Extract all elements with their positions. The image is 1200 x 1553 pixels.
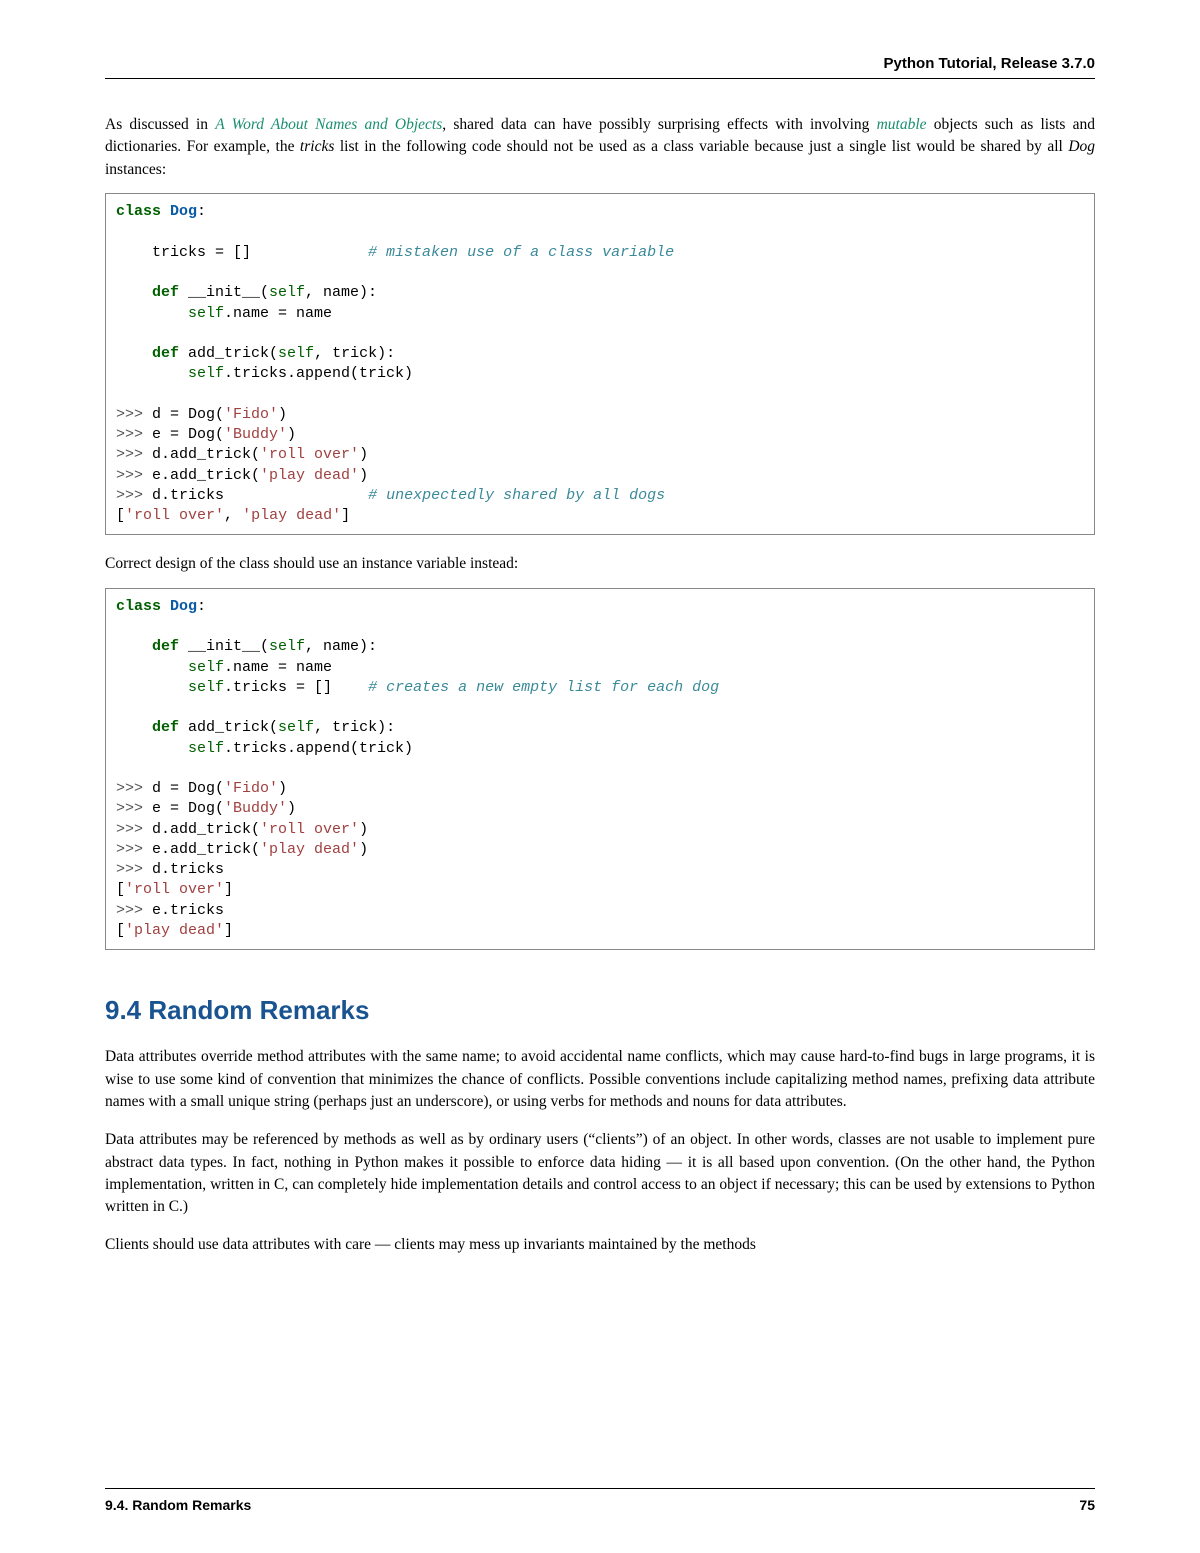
term-tricks: tricks [300,138,334,155]
header-title: Python Tutorial, Release 3.7.0 [884,55,1095,72]
page-footer: 9.4. Random Remarks 75 [105,1488,1095,1513]
section-paragraph-3: Clients should use data attributes with … [105,1234,1095,1256]
footer-pagenum: 75 [1079,1497,1095,1513]
link-mutable[interactable]: mutable [877,116,927,133]
paragraph-correct-design: Correct design of the class should use a… [105,553,1095,575]
code-block-2: class Dog: def __init__(self, name): sel… [105,588,1095,950]
section-paragraph-2: Data attributes may be referenced by met… [105,1129,1095,1219]
code-block-1: class Dog: tricks = [] # mistaken use of… [105,193,1095,535]
page-header: Python Tutorial, Release 3.7.0 [105,55,1095,79]
footer-section: 9.4. Random Remarks [105,1497,251,1513]
section-paragraph-1: Data attributes override method attribut… [105,1046,1095,1113]
page: Python Tutorial, Release 3.7.0 As discus… [0,0,1200,1553]
section-heading: 9.4 Random Remarks [105,995,1095,1026]
link-word-about-names[interactable]: A Word About Names and Objects [215,116,442,133]
term-dog: Dog [1068,138,1095,155]
paragraph-intro: As discussed in A Word About Names and O… [105,114,1095,181]
